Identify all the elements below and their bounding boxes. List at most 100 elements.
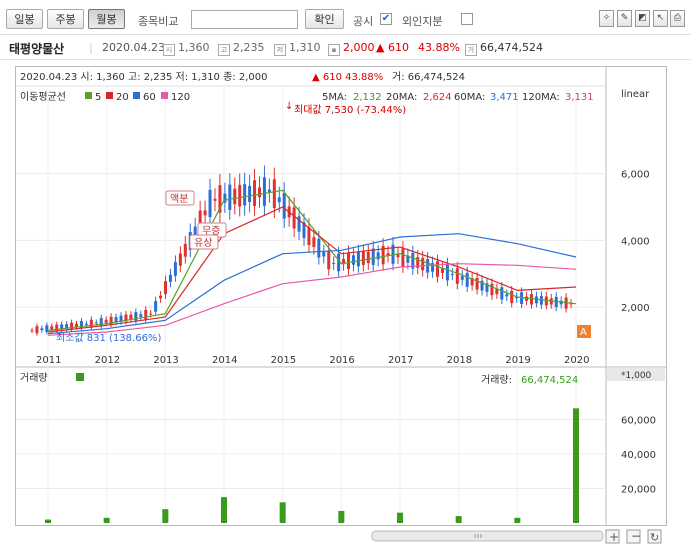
candle-body <box>475 277 479 290</box>
volume-bar <box>397 512 403 523</box>
price-header: 2020.04.23 시: 1,360 고: 2,235 저: 1,310 종:… <box>20 71 267 83</box>
volume-bar <box>162 509 169 523</box>
candle-body <box>233 188 237 205</box>
ma5-value: 2,132 <box>353 92 382 103</box>
stock-chart[interactable]: 2,000 4,000 6,000 20,000 40,000 60,000 2011 20… <box>15 66 667 526</box>
candle-body <box>144 310 148 320</box>
candle-body <box>282 193 286 219</box>
disclosure-checkbox[interactable]: ✔ <box>380 13 392 25</box>
year-tick-label: 2018 <box>447 355 472 366</box>
candle-body <box>30 330 34 332</box>
ma60-label: 60 <box>143 92 156 103</box>
low-icon: 저 <box>274 44 286 56</box>
ma5-value-label: 5MA: <box>322 92 347 103</box>
candle-body <box>356 252 360 267</box>
ma120-label: 120 <box>171 92 190 103</box>
candle-body <box>332 263 336 265</box>
volume-value-label: 거래량: <box>481 374 512 386</box>
ma60-swatch <box>133 92 140 99</box>
svg-text:유상: 유상 <box>194 237 212 249</box>
candle-body <box>139 314 143 317</box>
year-tick-label: 2015 <box>271 355 296 366</box>
candle-body <box>317 238 321 258</box>
candle-body <box>312 237 316 248</box>
volume-icon: 거 <box>465 44 477 56</box>
price-tick-label: 2,000 <box>621 303 650 314</box>
stock-name: 태평양물산 <box>9 42 65 56</box>
ma60-value-label: 60MA: <box>454 92 485 103</box>
pen-icon[interactable]: ✎ <box>617 10 632 27</box>
candle-body <box>401 248 405 267</box>
candle-body <box>445 264 449 281</box>
ma120-value: 3,131 <box>565 92 594 103</box>
eraser-icon[interactable]: ◩ <box>635 10 650 27</box>
candle-body <box>154 301 158 312</box>
daily-button[interactable]: 일봉 <box>6 9 43 29</box>
candle-body <box>164 281 168 295</box>
candle-body <box>183 243 187 257</box>
price-tick-label: 4,000 <box>621 236 650 247</box>
candle-body <box>40 328 44 331</box>
ma20-label: 20 <box>116 92 129 103</box>
print-icon[interactable]: ⎙ <box>670 10 685 27</box>
ma20-swatch <box>106 92 113 99</box>
current-price-tag: A <box>577 325 591 338</box>
foreign-checkbox[interactable] <box>461 13 473 25</box>
weekly-button[interactable]: 주봉 <box>47 9 84 29</box>
candle-body <box>361 251 365 265</box>
volume-bar <box>103 517 110 523</box>
close-price-icon: ▪ <box>328 44 340 56</box>
candle-body <box>421 257 425 271</box>
monthly-button[interactable]: 월봉 <box>88 9 125 29</box>
candle-body <box>267 189 271 192</box>
volume-bar <box>514 517 521 523</box>
candle-body <box>490 283 494 296</box>
candle-body <box>84 323 88 325</box>
compare-input[interactable] <box>191 10 298 29</box>
chart-canvas[interactable]: 2,000 4,000 6,000 20,000 40,000 60,000 2011 20… <box>16 67 666 525</box>
volume-bar <box>279 502 286 523</box>
event-tag-rights[interactable]: 유상 <box>189 234 219 250</box>
cursor-icon[interactable]: ↖ <box>653 10 668 27</box>
ma120-swatch <box>161 92 168 99</box>
candle-body <box>178 253 182 266</box>
info-close: ▪ 2,000 <box>328 41 375 56</box>
close-value: 2,000 <box>343 41 375 54</box>
compare-label: 종목비교 <box>138 15 179 28</box>
confirm-button[interactable]: 확인 <box>305 9 344 29</box>
candle-body <box>307 227 311 246</box>
candle-body <box>272 179 276 209</box>
candle-body <box>257 187 261 198</box>
event-tag-split[interactable]: 액분 <box>165 190 195 206</box>
candle-body <box>500 287 504 300</box>
candle-body <box>253 180 257 207</box>
ma60-value: 3,471 <box>490 92 519 103</box>
year-tick-label: 2012 <box>95 355 120 366</box>
candle-body <box>440 268 444 273</box>
ma5-swatch <box>85 92 92 99</box>
min-label: 최소값 831 (138.66%) <box>56 332 161 344</box>
candle-body <box>327 251 331 270</box>
candle-body <box>262 177 266 206</box>
candle-body <box>351 255 355 265</box>
candle-body <box>168 274 172 282</box>
year-tick-label: 2013 <box>153 355 178 366</box>
disclosure-label: 공시 <box>353 15 374 28</box>
bulb-icon[interactable]: ✧ <box>599 10 614 27</box>
ma120-value-label: 120MA: <box>522 92 560 103</box>
candle-body <box>376 252 380 260</box>
svg-text:+: + <box>609 530 619 544</box>
max-label: 최대값 7,530 (-73.44%) <box>294 104 406 116</box>
scroll-thumb[interactable] <box>371 530 604 542</box>
chart-scrollbar[interactable]: + − ↻ <box>15 528 667 545</box>
scale-label[interactable]: linear <box>621 89 650 100</box>
year-tick-label: 2020 <box>564 355 589 366</box>
candle-body <box>465 272 469 287</box>
info-high: 고 2,235 <box>218 41 265 56</box>
change-value: ▲ 610 <box>376 41 409 54</box>
candle-body <box>159 295 163 299</box>
candle-body <box>208 189 212 218</box>
candle-body <box>94 322 98 324</box>
year-tick-label: 2017 <box>388 355 413 366</box>
ma5-label: 5 <box>95 92 101 103</box>
